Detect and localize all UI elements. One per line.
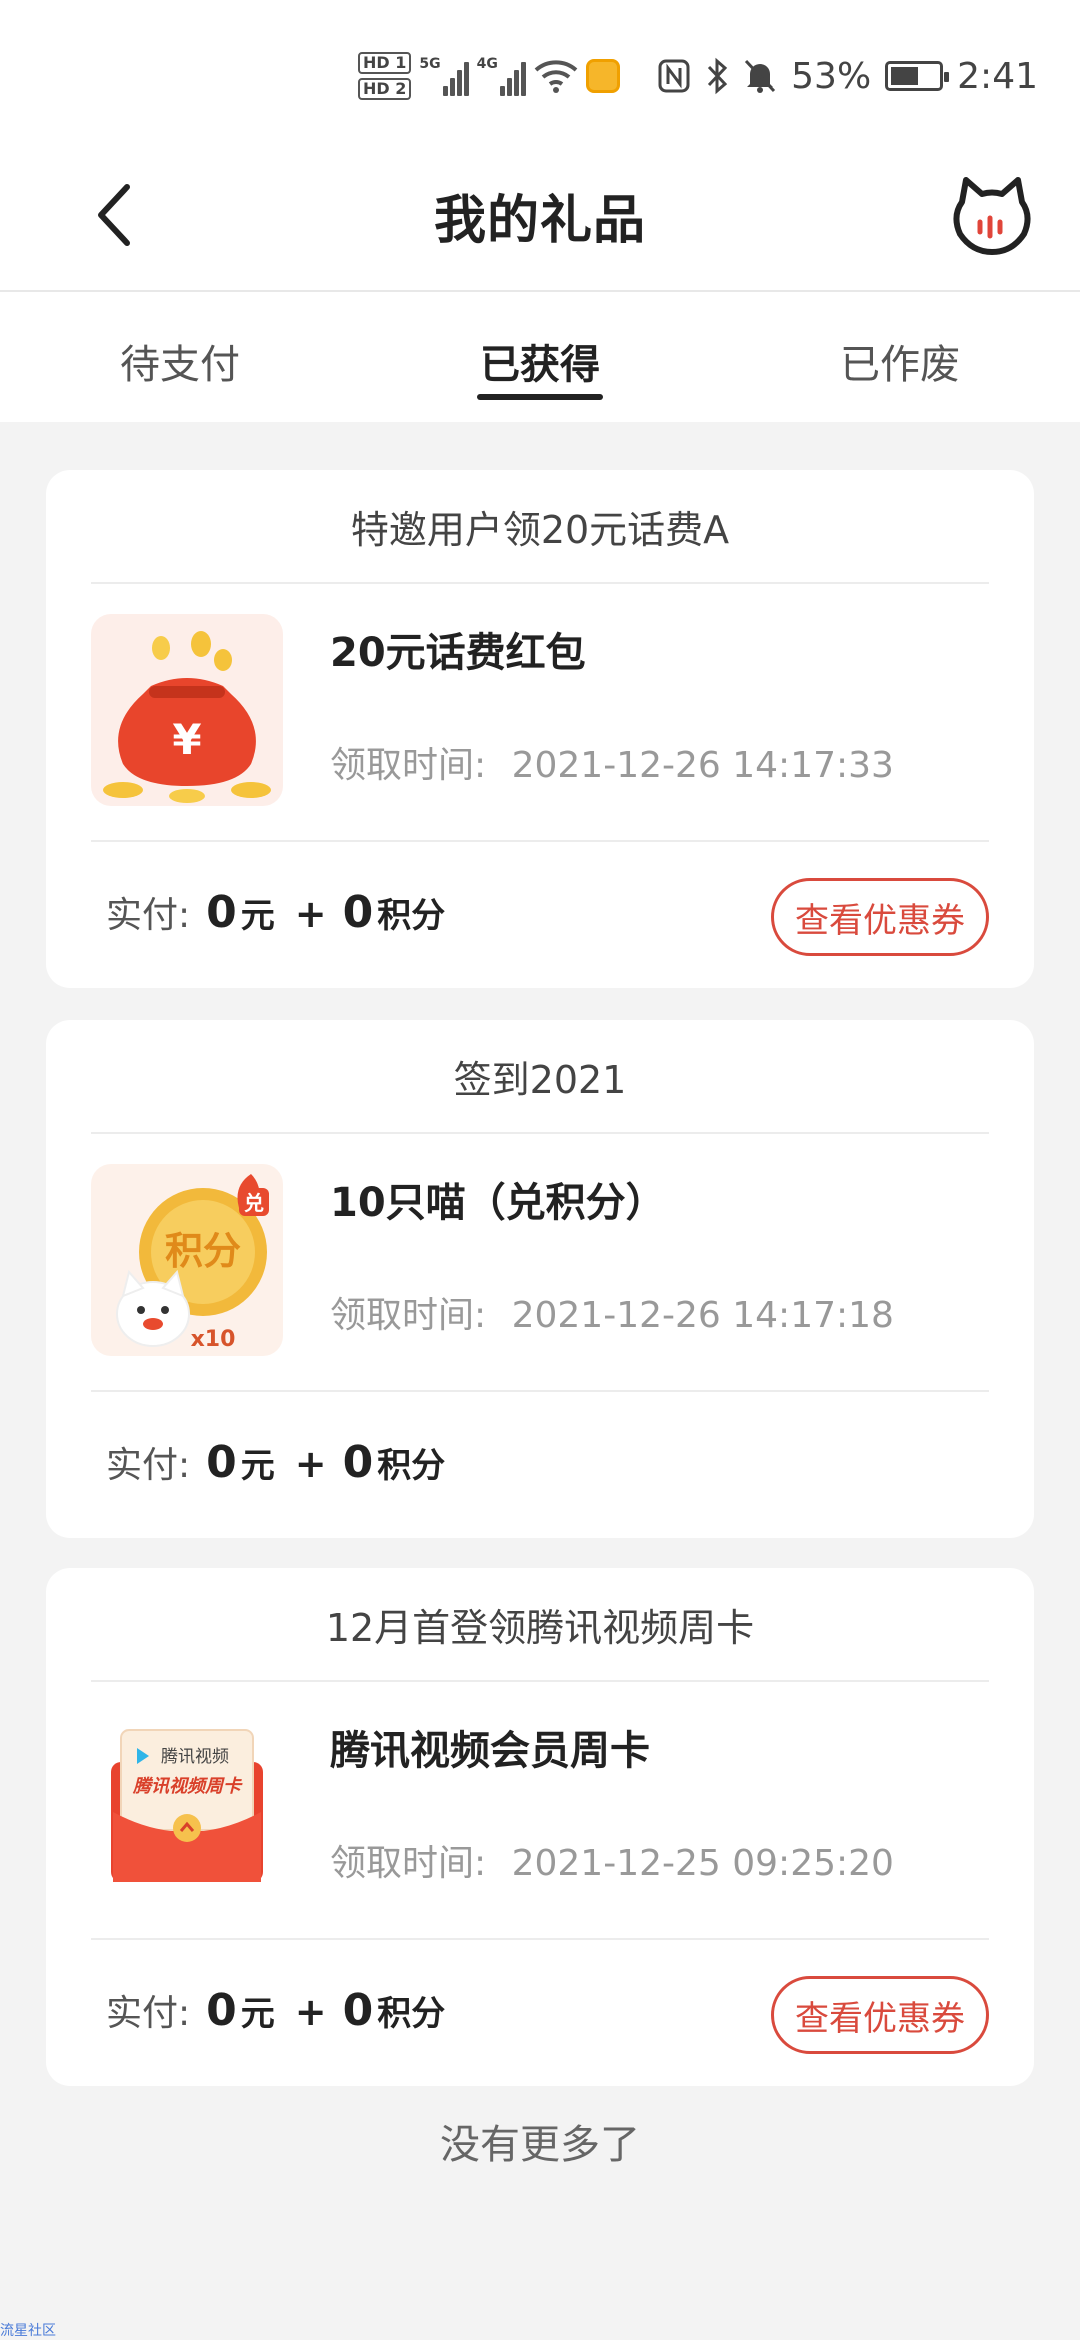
time-label: 领取时间: (330, 1843, 487, 1884)
view-coupon-button[interactable]: 查看优惠券 (771, 1976, 989, 2054)
status-bar: HD 1 HD 2 5G 4G 53% 2:41 (0, 0, 1080, 150)
tab-label: 已获得 (480, 342, 600, 388)
pay-plus: + (294, 1990, 327, 2034)
gift-name: 腾讯视频会员周卡 (330, 1728, 650, 1774)
page-title: 我的礼品 (433, 191, 646, 251)
cat-mascot-icon (953, 177, 1031, 255)
campaign-title: 签到2021 (453, 1057, 627, 1102)
pay-label: 实付: (106, 1993, 191, 2034)
pay-points-unit: 积分 (377, 1994, 446, 2034)
obtain-time: 领取时间: 2021-12-26 14:17:33 (330, 736, 894, 788)
tab-voided[interactable]: 已作废 (820, 332, 980, 412)
mute-bell-icon (745, 59, 776, 93)
tab-bar: 待支付 已获得 已作废 (0, 292, 1080, 422)
status-left-group: HD 1 HD 2 5G 4G (358, 48, 620, 104)
view-coupon-button[interactable]: 查看优惠券 (771, 878, 989, 956)
app-header: 我的礼品 (0, 150, 1080, 292)
time-label: 领取时间: (330, 1295, 487, 1336)
campaign-title: 12月首登领腾讯视频周卡 (325, 1605, 755, 1650)
status-right-group: 53% 2:41 (657, 48, 1038, 104)
gift-item[interactable]: 兑 积分 x10 10只喵（兑积分） 领取时间: 2021-12-26 14:1… (46, 1134, 1034, 1390)
pay-plus: + (294, 892, 327, 936)
caption-text: 腾讯视频周卡 (132, 1776, 243, 1797)
pay-points-unit: 积分 (377, 896, 446, 936)
obtain-time: 领取时间: 2021-12-25 09:25:20 (330, 1834, 894, 1886)
gift-card: 签到2021 兑 积分 x10 10只喵（兑积分） 领取时间: 2021-12-… (46, 1020, 1034, 1538)
card-footer: 实付: 0 元 + 0 积分 (46, 1392, 1034, 1538)
nfc-icon (658, 59, 690, 93)
sim1-type: 5G (419, 56, 441, 72)
pay-plus: + (294, 1442, 327, 1486)
sim1-signal-icon: 5G (419, 56, 469, 96)
tencent-video-envelope-icon: 腾讯视频 腾讯视频周卡 (91, 1712, 283, 1904)
pay-points-unit: 积分 (377, 1446, 446, 1486)
gift-item[interactable]: 腾讯视频 腾讯视频周卡 腾讯视频会员周卡 领取时间: 2021-12-25 09… (46, 1682, 1034, 1938)
wifi-icon (534, 60, 578, 93)
payment-summary: 实付: 0 元 + 0 积分 (106, 1984, 445, 2036)
pay-points: 0 (342, 887, 374, 938)
time-label: 领取时间: (330, 745, 487, 786)
obtain-time: 领取时间: 2021-12-26 14:17:18 (330, 1286, 894, 1338)
pay-yuan: 0 (206, 887, 237, 938)
bluetooth-icon (708, 57, 728, 95)
coin-badge-text: 兑 (244, 1191, 264, 1215)
hd-indicators: HD 1 HD 2 (358, 52, 412, 100)
time-value: 2021-12-26 14:17:18 (511, 1295, 894, 1336)
clock: 2:41 (957, 55, 1038, 97)
hd1-badge: HD 1 (358, 52, 412, 74)
hd2-badge: HD 2 (358, 78, 412, 100)
brand-text: 腾讯视频 (161, 1747, 229, 1767)
time-value: 2021-12-25 09:25:20 (511, 1843, 894, 1884)
watermark: 流星社区 (0, 2323, 56, 2339)
pay-points: 0 (342, 1437, 374, 1488)
end-of-list-text: 没有更多了 (440, 2122, 640, 2168)
points-coin-icon: 兑 积分 x10 (91, 1164, 283, 1356)
mascot-button[interactable] (948, 172, 1036, 260)
card-footer: 实付: 0 元 + 0 积分 查看优惠券 (46, 1940, 1034, 2086)
tab-pending[interactable]: 待支付 (100, 332, 260, 412)
sim2-signal-icon: 4G (477, 56, 526, 96)
gift-card: 特邀用户领20元话费A ¥ 20元话费红包 领取时间: 2021-12-26 1… (46, 470, 1034, 988)
sim2-type: 4G (476, 56, 498, 72)
svg-text:¥: ¥ (172, 715, 201, 764)
gift-card: 12月首登领腾讯视频周卡 腾讯视频 腾讯视频周卡 腾讯视频会员周卡 领取时间: … (46, 1568, 1034, 2086)
payment-summary: 实付: 0 元 + 0 积分 (106, 1436, 445, 1488)
gift-item[interactable]: ¥ 20元话费红包 领取时间: 2021-12-26 14:17:33 (46, 584, 1034, 840)
payment-summary: 实付: 0 元 + 0 积分 (106, 886, 445, 938)
app-notification-icon (585, 59, 620, 93)
pay-label: 实付: (106, 895, 191, 936)
battery-percent: 53% (791, 55, 872, 97)
coin-text: 积分 (165, 1229, 241, 1273)
tab-label: 待支付 (120, 342, 240, 388)
time-value: 2021-12-26 14:17:33 (511, 745, 894, 786)
active-tab-indicator (477, 394, 603, 400)
card-footer: 实付: 0 元 + 0 积分 查看优惠券 (46, 842, 1034, 988)
pay-yuan: 0 (206, 1985, 237, 2036)
pay-yuan-unit: 元 (240, 1446, 275, 1486)
pay-yuan: 0 (206, 1437, 237, 1488)
gift-name: 10只喵（兑积分） (330, 1180, 666, 1226)
pay-yuan-unit: 元 (240, 1994, 275, 2034)
tab-obtained[interactable]: 已获得 (460, 332, 620, 412)
battery-charging-icon (885, 61, 950, 91)
red-envelope-money-bag-icon: ¥ (91, 614, 283, 806)
gift-name: 20元话费红包 (330, 630, 586, 676)
tab-label: 已作废 (840, 342, 960, 388)
pay-yuan-unit: 元 (240, 896, 275, 936)
pay-label: 实付: (106, 1445, 191, 1486)
campaign-title: 特邀用户领20元话费A (350, 507, 730, 552)
pay-points: 0 (342, 1985, 374, 2036)
multiplier-text: x10 (191, 1327, 236, 1352)
